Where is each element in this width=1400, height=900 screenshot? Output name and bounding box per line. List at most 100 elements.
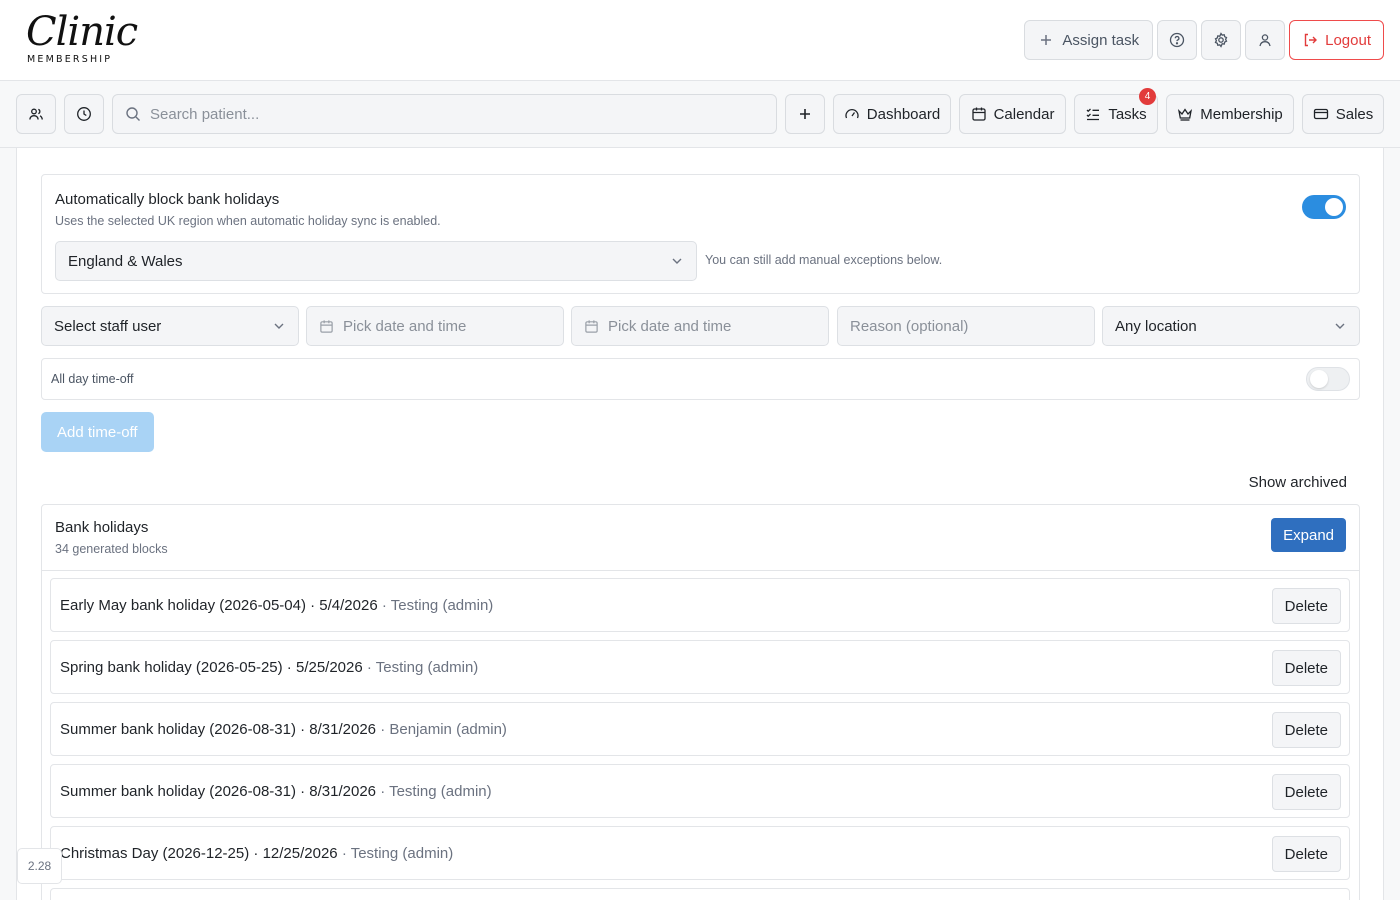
calendar-icon [585, 319, 598, 333]
holiday-created-by: · Testing (admin) [341, 845, 454, 862]
chevron-down-icon [1335, 323, 1345, 329]
holiday-row: Summer bank holiday (2026-08-31) · 8/31/… [50, 702, 1350, 756]
bank-holidays-header: Bank holidays 34 generated blocks Expand [42, 505, 1359, 571]
bank-holidays-count: 34 generated blocks [55, 542, 168, 556]
nav-tasks-label: Tasks [1108, 105, 1147, 123]
location-value: Any location [1115, 317, 1197, 335]
gear-icon [1214, 32, 1228, 48]
nav-calendar-label: Calendar [993, 105, 1055, 123]
nav-membership[interactable]: Membership [1166, 94, 1294, 134]
delete-button[interactable]: Delete [1271, 588, 1341, 624]
auto-block-card: Automatically block bank holidays Uses t… [41, 174, 1360, 294]
holiday-label: Summer bank holiday (2026-08-31) · 8/31/… [60, 721, 377, 738]
holiday-row-text: Summer bank holiday (2026-08-31) · 8/31/… [60, 783, 492, 800]
nav-calendar[interactable]: Calendar [959, 94, 1066, 134]
calendar-icon [320, 319, 333, 333]
checklist-icon [1086, 108, 1100, 121]
holiday-row: Summer bank holiday (2026-08-31) · 8/31/… [50, 764, 1350, 818]
region-select[interactable]: England & Wales [55, 241, 697, 281]
logo-wordmark: Clinic [26, 9, 138, 55]
new-button[interactable] [785, 94, 825, 134]
logout-label: Logout [1325, 31, 1371, 49]
search-input[interactable] [150, 105, 750, 123]
add-time-off-button[interactable]: Add time-off [41, 412, 154, 452]
start-datetime-placeholder: Pick date and time [343, 317, 467, 335]
auto-block-toggle[interactable] [1302, 195, 1346, 219]
holiday-row-text: Spring bank holiday (2026-05-25) · 5/25/… [60, 659, 478, 676]
patients-button[interactable] [16, 94, 56, 134]
holiday-label: Early May bank holiday (2026-05-04) · 5/… [60, 597, 378, 614]
nav-bar: Dashboard Calendar Tasks 4 Membership Sa… [0, 81, 1400, 148]
end-datetime-placeholder: Pick date and time [608, 317, 732, 335]
plus-icon [800, 109, 810, 119]
expand-button[interactable]: Expand [1271, 518, 1346, 552]
region-hint: You can still add manual exceptions belo… [705, 253, 943, 267]
show-archived-link[interactable]: Show archived [1249, 474, 1347, 491]
chevron-down-icon [672, 258, 682, 264]
reason-placeholder: Reason (optional) [850, 317, 969, 335]
logo-tagline: MEMBERSHIP [27, 54, 113, 65]
staff-user-value: Select staff user [54, 317, 162, 335]
delete-button[interactable]: Delete [1271, 650, 1341, 686]
region-value: England & Wales [68, 252, 183, 270]
nav-membership-label: Membership [1200, 105, 1283, 123]
toggle-knob [1325, 198, 1343, 216]
version-badge: 2.28 [17, 848, 62, 884]
location-select[interactable]: Any location [1102, 306, 1360, 346]
holiday-label: Summer bank holiday (2026-08-31) · 8/31/… [60, 783, 377, 800]
holiday-created-by: · Testing (admin) [380, 783, 492, 800]
delete-button[interactable]: Delete [1271, 774, 1341, 810]
help-circle-icon [1169, 32, 1185, 48]
logout-button[interactable]: Logout [1289, 20, 1384, 60]
nav-tasks[interactable]: Tasks 4 [1074, 88, 1158, 134]
profile-button[interactable] [1245, 20, 1286, 60]
clinic-logo[interactable]: Clinic MEMBERSHIP [20, 8, 138, 72]
nav-dashboard-label: Dashboard [866, 105, 941, 123]
staff-user-select[interactable]: Select staff user [41, 306, 299, 346]
start-datetime-field[interactable]: Pick date and time [306, 306, 564, 346]
holiday-row: Early May bank holiday (2026-05-04) · 5/… [50, 578, 1350, 632]
delete-button[interactable]: Delete [1271, 836, 1341, 872]
holiday-row: Spring bank holiday (2026-05-25) · 5/25/… [50, 640, 1350, 694]
holiday-created-by: · Testing (admin) [381, 597, 494, 614]
time-off-panel: Automatically block bank holidays Uses t… [16, 148, 1384, 900]
all-day-label: All day time-off [51, 372, 134, 386]
history-button[interactable] [64, 94, 104, 134]
tasks-count-badge: 4 [1139, 88, 1156, 105]
nav-sales-label: Sales [1335, 105, 1374, 123]
auto-block-title: Automatically block bank holidays [55, 191, 280, 208]
delete-button[interactable]: Delete [1271, 712, 1341, 748]
reason-input[interactable]: Reason (optional) [837, 306, 1095, 346]
assign-task-label: Assign task [1062, 31, 1140, 49]
assign-task-button[interactable]: Assign task [1024, 20, 1154, 60]
holiday-row-text: Christmas Day (2026-12-25) · 12/25/2026 … [60, 845, 453, 862]
holiday-row-text: Summer bank holiday (2026-08-31) · 8/31/… [60, 721, 507, 738]
settings-button[interactable] [1201, 20, 1242, 60]
logout-icon [1304, 33, 1318, 47]
holiday-label: Christmas Day (2026-12-25) · 12/25/2026 [60, 845, 338, 862]
holiday-label: Spring bank holiday (2026-05-25) · 5/25/… [60, 659, 363, 676]
auto-block-description: Uses the selected UK region when automat… [55, 214, 441, 228]
holiday-row [50, 888, 1350, 900]
chevron-down-icon [274, 323, 284, 329]
patient-search[interactable] [112, 94, 777, 134]
bank-holidays-title: Bank holidays [55, 519, 149, 536]
users-icon [29, 108, 43, 120]
nav-dashboard[interactable]: Dashboard [833, 94, 951, 134]
plus-icon [1041, 35, 1052, 45]
holiday-created-by: · Benjamin (admin) [380, 721, 507, 738]
help-button[interactable] [1157, 20, 1198, 60]
calendar-icon [971, 107, 986, 121]
credit-card-icon [1313, 108, 1328, 120]
end-datetime-field[interactable]: Pick date and time [571, 306, 829, 346]
holiday-row: Christmas Day (2026-12-25) · 12/25/2026 … [50, 826, 1350, 880]
all-day-row: All day time-off [41, 358, 1360, 400]
clock-icon [77, 107, 91, 121]
nav-sales[interactable]: Sales [1302, 94, 1384, 134]
crown-icon [1178, 108, 1193, 121]
user-icon [1259, 34, 1271, 47]
top-header: Clinic MEMBERSHIP Assign task Logout [0, 0, 1400, 81]
bank-holidays-card: Bank holidays 34 generated blocks Expand… [41, 504, 1360, 900]
all-day-toggle[interactable] [1306, 367, 1350, 391]
gauge-icon [845, 108, 859, 119]
